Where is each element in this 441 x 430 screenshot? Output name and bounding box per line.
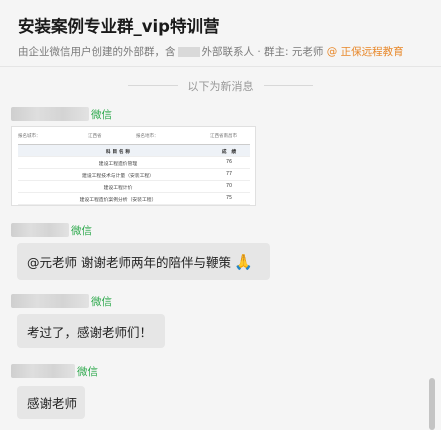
subtitle-middle: 外部联系人 · 群主: 元老师	[201, 46, 324, 58]
message-sender[interactable]: 微信	[11, 222, 92, 238]
table-header-row: 科 目 名 称 成 绩	[18, 145, 250, 157]
document-image-message[interactable]: 报名城市： 江西省 报名地市： 江西省南昌市 科 目 名 称 成 绩 建设工程造…	[11, 126, 256, 206]
message-text: 感谢老师	[27, 396, 78, 411]
redacted-count	[177, 47, 200, 57]
sender-name-redacted	[11, 364, 75, 378]
score-cell: 76	[225, 160, 233, 165]
table-row: 建设工程造价管理 76	[18, 157, 250, 169]
subject-cell: 建设工程造价案例分析（安装工程）	[79, 198, 157, 203]
subtitle-prefix: 由企业微信用户创建的外部群，含	[18, 46, 176, 58]
doc-head-value: 江西省南昌市	[210, 134, 237, 139]
message-bubble[interactable]: @元老师 谢谢老师两年的陪伴与鞭策 🙏	[17, 243, 270, 280]
message-sender[interactable]: 微信	[11, 293, 112, 309]
message-text: @元老师 谢谢老师两年的陪伴与鞭策	[27, 255, 231, 270]
subject-cell: 建设工程计价	[103, 186, 133, 191]
chat-subtitle: 由企业微信用户创建的外部群，含 外部联系人 · 群主: 元老师 @ 正保远程教育	[18, 44, 404, 59]
message-sender[interactable]: 微信	[11, 363, 98, 379]
message-text: 考过了，感谢老师们！	[27, 324, 153, 340]
new-messages-divider: 以下为新消息	[0, 76, 441, 94]
chat-header: 安装案例专业群_vip特训营 由企业微信用户创建的外部群，含 外部联系人 · 群主…	[0, 0, 441, 67]
doc-head-label: 报名城市：	[18, 134, 41, 139]
doc-head-label: 报名地市：	[136, 134, 159, 139]
chat-title[interactable]: 安装案例专业群_vip特训营	[18, 13, 219, 37]
score-cell: 77	[225, 172, 233, 177]
table-row: 建设工程技术与计量（安装工程） 77	[18, 169, 250, 181]
column-header: 成 绩	[221, 150, 237, 155]
sender-name-redacted	[11, 107, 89, 121]
divider-text: 以下为新消息	[177, 80, 264, 93]
sender-source: 微信	[91, 295, 112, 308]
subtitle-org: @ 正保远程教育	[326, 46, 404, 58]
sender-name-redacted	[11, 223, 69, 237]
doc-header: 报名城市： 江西省 报名地市： 江西省南昌市	[18, 133, 250, 141]
scrollbar[interactable]	[429, 378, 435, 430]
message-bubble[interactable]: 考过了，感谢老师们！	[17, 314, 165, 348]
score-cell: 70	[225, 184, 233, 189]
message-sender[interactable]: 微信	[11, 106, 112, 122]
sender-source: 微信	[91, 108, 112, 121]
subject-cell: 建设工程造价管理	[98, 162, 138, 167]
doc-head-value: 江西省	[88, 134, 102, 139]
sender-name-redacted	[11, 294, 89, 308]
message-bubble[interactable]: 感谢老师	[17, 386, 85, 419]
score-cell: 75	[225, 196, 233, 201]
sender-source: 微信	[71, 224, 92, 237]
score-table: 科 目 名 称 成 绩 建设工程造价管理 76 建设工程技术与计量（安装工程） …	[18, 144, 250, 205]
table-row: 建设工程计价 70	[18, 181, 250, 193]
sender-source: 微信	[77, 365, 98, 378]
clap-hands-icon: 🙏	[233, 252, 253, 271]
table-row: 建设工程造价案例分析（安装工程） 75	[18, 193, 250, 205]
column-header: 科 目 名 称	[105, 150, 131, 155]
subject-cell: 建设工程技术与计量（安装工程）	[82, 174, 154, 179]
